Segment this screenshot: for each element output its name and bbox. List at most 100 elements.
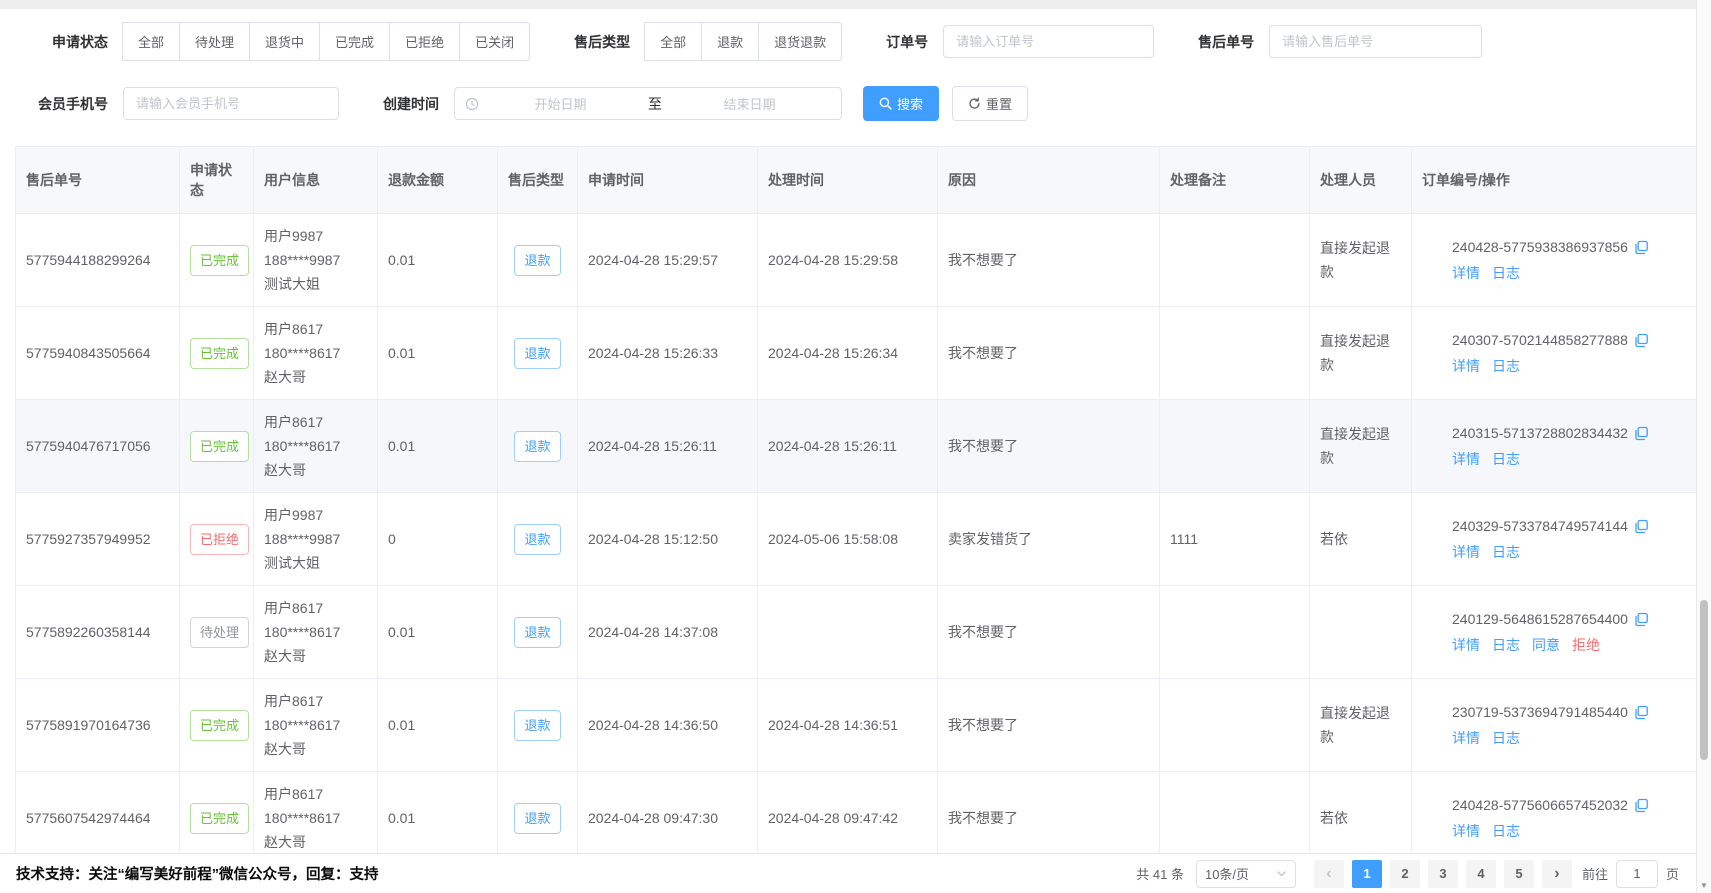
cell-apply-time: 2024-04-28 14:37:08 bbox=[578, 586, 758, 679]
prev-page-button[interactable]: ‹ bbox=[1314, 860, 1344, 888]
cell-status: 已完成 bbox=[180, 679, 254, 772]
scrollbar-thumb[interactable] bbox=[1700, 600, 1708, 760]
cell-type: 退款 bbox=[498, 307, 578, 400]
goto-page-input[interactable] bbox=[1616, 860, 1658, 888]
cell-refund-amount: 0.01 bbox=[378, 586, 498, 679]
cell-refund-amount: 0.01 bbox=[378, 772, 498, 865]
cell-status: 已拒绝 bbox=[180, 493, 254, 586]
cell-refund-amount: 0 bbox=[378, 493, 498, 586]
created-date-range-picker[interactable]: 开始日期 至 结束日期 bbox=[454, 87, 842, 120]
type-filter-option[interactable]: 全部 bbox=[644, 22, 702, 61]
row-action-link[interactable]: 日志 bbox=[1492, 730, 1520, 746]
aftersale-no-input[interactable] bbox=[1269, 25, 1482, 58]
page-number-button[interactable]: 5 bbox=[1504, 860, 1534, 888]
order-no: 240329-5733784749574144 bbox=[1452, 514, 1628, 538]
table-header-cell: 原因 bbox=[938, 147, 1160, 214]
user-info-line: 180****8617 bbox=[264, 434, 367, 458]
cell-status: 已完成 bbox=[180, 772, 254, 865]
row-action-link[interactable]: 日志 bbox=[1492, 544, 1520, 560]
scroll-down-icon[interactable]: ▼ bbox=[1697, 881, 1711, 890]
page-number-list: 12345 bbox=[1348, 860, 1538, 888]
row-action-link[interactable]: 日志 bbox=[1492, 823, 1520, 839]
aftersale-no-label: 售后单号 bbox=[1198, 32, 1254, 52]
row-action-link[interactable]: 日志 bbox=[1492, 451, 1520, 467]
row-action-link[interactable]: 详情 bbox=[1452, 451, 1480, 467]
type-filter-option[interactable]: 退货退款 bbox=[758, 22, 842, 61]
status-filter-option[interactable]: 退货中 bbox=[249, 22, 320, 61]
row-action-link[interactable]: 同意 bbox=[1532, 637, 1560, 653]
status-filter-option[interactable]: 全部 bbox=[122, 22, 180, 61]
page-size-select[interactable]: 10条/页 bbox=[1196, 860, 1296, 888]
type-filter-option[interactable]: 退款 bbox=[701, 22, 759, 61]
cell-status: 已完成 bbox=[180, 400, 254, 493]
cell-order-actions: 240428-5775606657452032 详情日志 bbox=[1412, 772, 1697, 865]
status-badge: 已完成 bbox=[190, 710, 249, 741]
cell-remark bbox=[1160, 307, 1310, 400]
copy-icon[interactable] bbox=[1634, 705, 1649, 720]
reset-button[interactable]: 重置 bbox=[952, 86, 1028, 121]
aftersale-table: 售后单号申请状态用户信息退款金额售后类型申请时间处理时间原因处理备注处理人员订单… bbox=[15, 146, 1697, 893]
status-badge: 已完成 bbox=[190, 245, 249, 276]
table-header-row: 售后单号申请状态用户信息退款金额售后类型申请时间处理时间原因处理备注处理人员订单… bbox=[16, 147, 1697, 214]
table-header-cell: 申请状态 bbox=[180, 147, 254, 214]
row-action-link[interactable]: 详情 bbox=[1452, 730, 1480, 746]
cell-type: 退款 bbox=[498, 493, 578, 586]
status-filter-option[interactable]: 已完成 bbox=[319, 22, 390, 61]
reset-button-label: 重置 bbox=[986, 94, 1012, 113]
row-action-link[interactable]: 详情 bbox=[1452, 823, 1480, 839]
row-action-link[interactable]: 日志 bbox=[1492, 358, 1520, 374]
copy-icon[interactable] bbox=[1634, 240, 1649, 255]
row-action-link[interactable]: 拒绝 bbox=[1572, 637, 1600, 653]
filter-panel: 申请状态 全部待处理退货中已完成已拒绝已关闭 售后类型 全部退款退货退款 订单号… bbox=[0, 9, 1711, 121]
member-phone-input[interactable] bbox=[123, 87, 339, 120]
row-action-link[interactable]: 详情 bbox=[1452, 358, 1480, 374]
row-action-link[interactable]: 详情 bbox=[1452, 544, 1480, 560]
page-number-button[interactable]: 1 bbox=[1352, 860, 1382, 888]
copy-icon[interactable] bbox=[1634, 333, 1649, 348]
cell-order-actions: 240329-5733784749574144 详情日志 bbox=[1412, 493, 1697, 586]
page-number-button[interactable]: 3 bbox=[1428, 860, 1458, 888]
row-action-link[interactable]: 详情 bbox=[1452, 265, 1480, 281]
table-header-cell: 处理时间 bbox=[758, 147, 938, 214]
status-filter-option[interactable]: 已关闭 bbox=[459, 22, 530, 61]
cell-remark bbox=[1160, 214, 1310, 307]
date-end-placeholder[interactable]: 结束日期 bbox=[668, 94, 831, 113]
row-action-link[interactable]: 详情 bbox=[1452, 637, 1480, 653]
user-info-line: 188****9987 bbox=[264, 527, 367, 551]
total-count: 共 41 条 bbox=[1136, 864, 1184, 883]
cell-handle-time bbox=[758, 586, 938, 679]
cell-apply-time: 2024-04-28 15:26:33 bbox=[578, 307, 758, 400]
user-info-line: 180****8617 bbox=[264, 341, 367, 365]
search-button[interactable]: 搜索 bbox=[863, 86, 939, 121]
page-number-button[interactable]: 2 bbox=[1390, 860, 1420, 888]
user-info-line: 用户8617 bbox=[264, 689, 367, 713]
copy-icon[interactable] bbox=[1634, 519, 1649, 534]
copy-icon[interactable] bbox=[1634, 798, 1649, 813]
order-no-label: 订单号 bbox=[886, 32, 928, 52]
cell-type: 退款 bbox=[498, 214, 578, 307]
cell-handle-time: 2024-04-28 14:36:51 bbox=[758, 679, 938, 772]
copy-icon[interactable] bbox=[1634, 612, 1649, 627]
cell-remark bbox=[1160, 586, 1310, 679]
user-info-line: 赵大哥 bbox=[264, 365, 367, 389]
order-no: 240315-5713728802834432 bbox=[1452, 421, 1628, 445]
order-no-input[interactable] bbox=[943, 25, 1154, 58]
status-filter-label: 申请状态 bbox=[15, 32, 108, 52]
row-action-link[interactable]: 日志 bbox=[1492, 265, 1520, 281]
status-badge: 已拒绝 bbox=[190, 524, 249, 555]
status-filter-option[interactable]: 已拒绝 bbox=[389, 22, 460, 61]
user-info-line: 赵大哥 bbox=[264, 644, 367, 668]
next-page-button[interactable]: › bbox=[1542, 860, 1572, 888]
footer-bar: 技术支持：关注“编写美好前程”微信公众号，回复：支持 共 41 条 10条/页 … bbox=[0, 853, 1711, 893]
page-number-button[interactable]: 4 bbox=[1466, 860, 1496, 888]
status-filter-option[interactable]: 待处理 bbox=[179, 22, 250, 61]
page-top-strip bbox=[0, 0, 1711, 9]
date-start-placeholder[interactable]: 开始日期 bbox=[479, 94, 642, 113]
copy-icon[interactable] bbox=[1634, 426, 1649, 441]
order-no: 230719-5373694791485440 bbox=[1452, 700, 1628, 724]
table-header-cell: 用户信息 bbox=[254, 147, 378, 214]
page-size-value: 10条/页 bbox=[1205, 864, 1249, 883]
vertical-scrollbar[interactable]: ▼ bbox=[1696, 0, 1711, 893]
cell-reason: 我不想要了 bbox=[938, 679, 1160, 772]
row-action-link[interactable]: 日志 bbox=[1492, 637, 1520, 653]
